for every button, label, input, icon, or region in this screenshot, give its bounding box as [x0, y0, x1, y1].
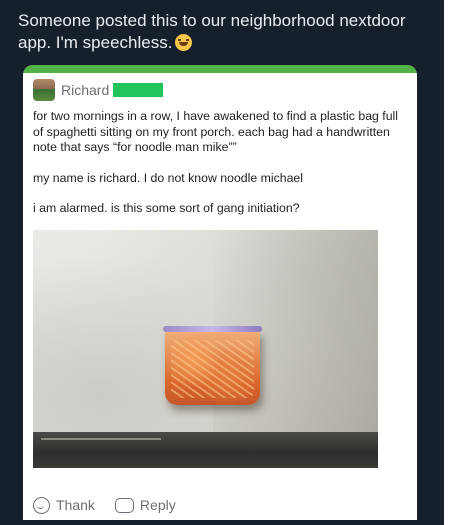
smile-icon [33, 496, 50, 514]
thank-button[interactable]: Thank [33, 496, 95, 514]
tweet-caption: Someone posted this to our neighborhood … [18, 10, 438, 54]
avatar [33, 79, 55, 101]
post-body: for two mornings in a row, I have awaken… [33, 109, 409, 232]
photo-porch-ledge [33, 432, 378, 468]
grinning-sweat-emoji-icon [175, 34, 193, 51]
post-paragraph: for two mornings in a row, I have awaken… [33, 109, 399, 154]
author-name: Richard [61, 82, 110, 98]
post-actions: Thank Reply [33, 494, 196, 516]
post-paragraph: my name is richard. I do not know noodle… [33, 170, 303, 185]
reply-label: Reply [139, 497, 176, 513]
post-photo [33, 230, 378, 468]
post-paragraph: i am alarmed. is this some sort of gang … [33, 201, 300, 215]
bag-noodles [171, 340, 254, 398]
tweet-card: Someone posted this to our neighborhood … [0, 0, 444, 525]
post-author: Richard [33, 79, 164, 101]
tweet-caption-text: Someone posted this to our neighborhood … [18, 11, 406, 52]
thank-label: Thank [56, 497, 95, 513]
bag-zipper [163, 326, 262, 332]
page-gutter [444, 0, 450, 525]
spaghetti-bag [163, 326, 262, 405]
reply-icon [114, 497, 134, 513]
nextdoor-brand-bar [23, 65, 417, 73]
redaction-block [113, 83, 164, 97]
reply-button[interactable]: Reply [114, 497, 176, 513]
nextdoor-post-screenshot: Richard for two mornings in a row, I hav… [23, 65, 417, 520]
